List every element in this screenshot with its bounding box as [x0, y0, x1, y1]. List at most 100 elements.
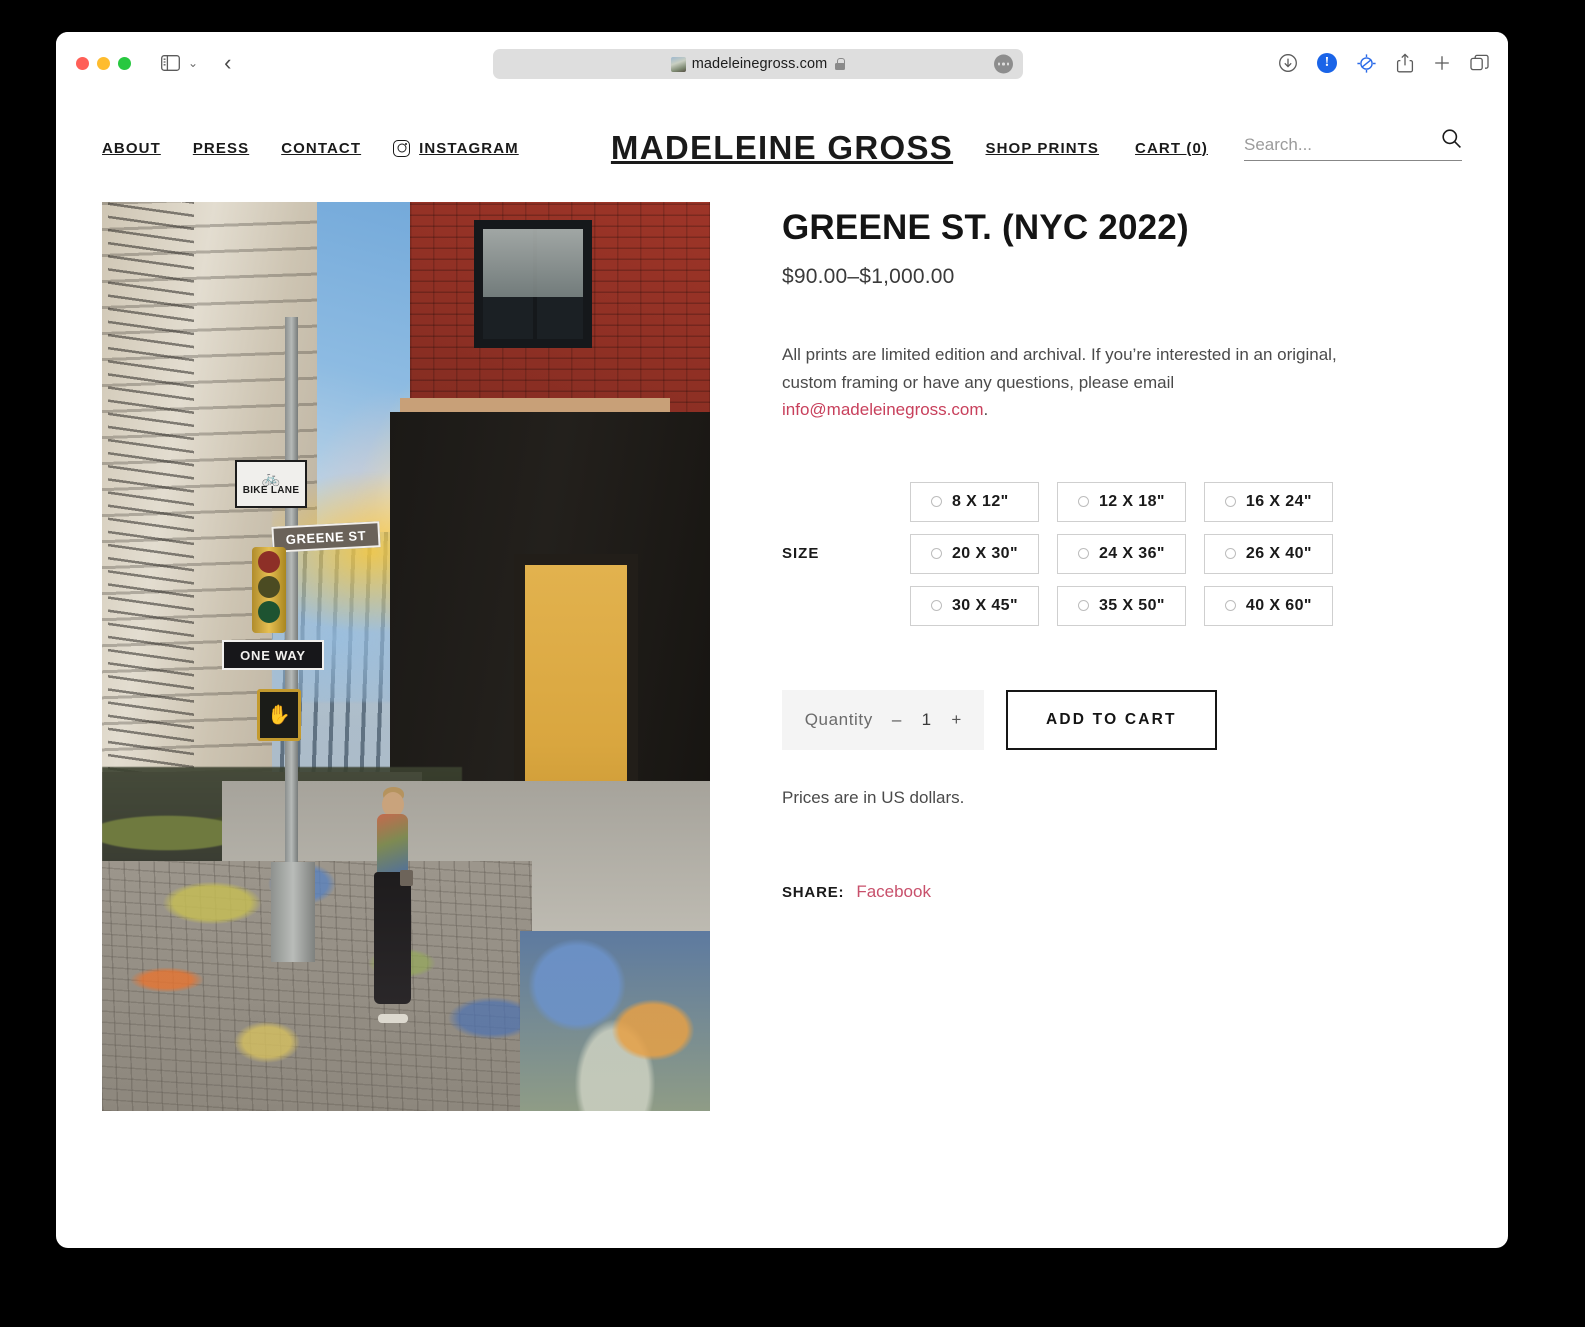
figure-skirt [374, 872, 411, 1004]
quantity-label: Quantity [804, 709, 873, 729]
artwork-pedestrian-signal: ✋ [257, 689, 301, 741]
share-section: SHARE: Facebook [782, 882, 1462, 902]
toolbar-actions: ! [1278, 32, 1490, 94]
size-option-12x18[interactable]: 12 X 18" [1056, 481, 1186, 522]
size-option-label: 35 X 50" [1098, 596, 1165, 614]
size-option-30x45[interactable]: 30 X 45" [910, 585, 1039, 626]
radio-icon[interactable] [1224, 548, 1236, 560]
size-option-20x30[interactable]: 20 X 30" [910, 533, 1039, 574]
size-option-label: 8 X 12" [952, 492, 1009, 510]
size-option-label: 30 X 45" [952, 596, 1018, 614]
nav-item-about[interactable]: ABOUT [102, 140, 161, 157]
artwork-traffic-light [252, 547, 286, 633]
alert-badge-icon[interactable]: ! [1317, 53, 1337, 73]
share-label: SHARE: [782, 883, 845, 901]
size-option-label: 26 X 40" [1245, 544, 1312, 562]
radio-icon[interactable] [1077, 548, 1089, 560]
window-controls [76, 56, 131, 70]
instagram-icon [393, 139, 411, 157]
browser-toolbar: ⌄ ‹ madeleinegross.com ! [56, 32, 1508, 94]
radio-icon[interactable] [1224, 600, 1236, 612]
artwork-bike-lane-sign: 🚲 BIKE LANE [235, 460, 307, 508]
nav-item-shop-prints[interactable]: SHOP PRINTS [986, 140, 1100, 157]
search-icon[interactable] [1441, 128, 1462, 154]
artwork-signpost [285, 317, 298, 957]
radio-icon[interactable] [1077, 496, 1089, 508]
new-tab-icon[interactable] [1433, 54, 1451, 72]
product-image[interactable]: 🚲 BIKE LANE GREENE ST ONE WAY ✋ [102, 202, 710, 1111]
prices-currency-note: Prices are in US dollars. [782, 787, 965, 807]
bicycle-icon: 🚲 [261, 470, 281, 487]
maximize-window-button[interactable] [118, 56, 131, 70]
site-favicon [670, 56, 686, 72]
share-icon[interactable] [1396, 53, 1414, 73]
size-option-label: 16 X 24" [1245, 492, 1312, 510]
search-box[interactable] [1244, 129, 1462, 161]
primary-nav: ABOUT PRESS CONTACT INSTAGRAM [102, 139, 519, 157]
cart-link[interactable]: CART (0) [1135, 140, 1208, 157]
size-option-8x12[interactable]: 8 X 12" [910, 481, 1039, 522]
sidebar-icon[interactable] [161, 55, 180, 71]
artwork-utility-box [271, 862, 315, 962]
size-option-label: 24 X 36" [1098, 544, 1165, 562]
artwork-right-paint [520, 931, 710, 1111]
minimize-window-button[interactable] [97, 56, 110, 70]
artwork-one-way-sign: ONE WAY [222, 640, 324, 670]
product-page: 🚲 BIKE LANE GREENE ST ONE WAY ✋ GREENE S… [56, 202, 1508, 1111]
add-to-cart-button[interactable]: ADD TO CART [1006, 689, 1217, 750]
lock-icon [835, 58, 846, 70]
product-details: GREENE ST. (NYC 2022) $90.00–$1,000.00 A… [782, 202, 1462, 1111]
bike-lane-sign-text: BIKE LANE [242, 485, 300, 496]
nav-item-press[interactable]: PRESS [193, 140, 249, 157]
close-window-button[interactable] [76, 56, 89, 70]
radio-icon[interactable] [1224, 496, 1236, 508]
contact-email-link[interactable]: info@madeleinegross.com [782, 400, 984, 419]
tabs-overview-icon[interactable] [1470, 54, 1490, 72]
size-option-26x40[interactable]: 26 X 40" [1203, 533, 1333, 574]
search-input[interactable] [1244, 135, 1462, 155]
purchase-controls: Quantity – 1 + ADD TO CART [782, 689, 1462, 750]
address-bar[interactable]: madeleinegross.com [493, 49, 1023, 79]
figure-bag [400, 870, 413, 886]
product-gallery: 🚲 BIKE LANE GREENE ST ONE WAY ✋ [102, 202, 710, 1111]
figure-shoe [378, 1014, 408, 1023]
radio-icon[interactable] [931, 600, 942, 612]
artwork-figure [370, 787, 416, 1023]
size-label: SIZE [782, 545, 820, 563]
product-description: All prints are limited edition and archi… [782, 341, 1342, 424]
size-option-24x36[interactable]: 24 X 36" [1056, 533, 1186, 574]
nav-item-contact[interactable]: CONTACT [281, 140, 361, 157]
download-icon[interactable] [1278, 53, 1298, 73]
product-price: $90.00–$1,000.00 [782, 265, 955, 289]
figure-top [377, 814, 408, 876]
quantity-stepper[interactable]: Quantity – 1 + [782, 689, 984, 750]
radio-icon[interactable] [931, 548, 942, 560]
quantity-value: 1 [921, 709, 932, 729]
size-selector: SIZE 8 X 12" 12 X 18" 16 X 24" 20 X 30" … [782, 481, 1462, 626]
product-description-text: All prints are limited edition and archi… [782, 345, 1337, 392]
browser-window: ⌄ ‹ madeleinegross.com ! ABOUT PRESS CON… [56, 32, 1508, 1248]
privacy-report-icon[interactable] [1356, 53, 1377, 74]
quantity-increment-button[interactable]: + [951, 710, 961, 730]
site-logo[interactable]: MADELEINE GROSS [611, 129, 953, 167]
size-option-16x24[interactable]: 16 X 24" [1203, 481, 1333, 522]
site-header: ABOUT PRESS CONTACT INSTAGRAM MADELEINE … [56, 94, 1508, 202]
back-arrow-icon[interactable]: ‹ [224, 52, 231, 74]
secondary-nav: SHOP PRINTS CART (0) [986, 129, 1462, 161]
url-text: madeleinegross.com [691, 56, 828, 72]
quantity-decrement-button[interactable]: – [892, 710, 901, 730]
one-way-sign-text: ONE WAY [240, 647, 306, 663]
ellipsis-icon[interactable] [994, 54, 1013, 74]
share-facebook-link[interactable]: Facebook [856, 882, 931, 902]
product-description-suffix: . [983, 400, 989, 420]
size-options: 8 X 12" 12 X 18" 16 X 24" 20 X 30" 24 X … [910, 481, 1333, 626]
size-option-35x50[interactable]: 35 X 50" [1056, 585, 1186, 626]
nav-item-instagram[interactable]: INSTAGRAM [393, 139, 519, 157]
artwork-window [474, 220, 592, 348]
chevron-down-icon[interactable]: ⌄ [188, 56, 198, 70]
radio-icon[interactable] [931, 496, 942, 508]
size-option-40x60[interactable]: 40 X 60" [1203, 585, 1333, 626]
page-title: GREENE ST. (NYC 2022) [782, 208, 1189, 247]
size-option-label: 12 X 18" [1098, 492, 1165, 510]
radio-icon[interactable] [1077, 600, 1089, 612]
